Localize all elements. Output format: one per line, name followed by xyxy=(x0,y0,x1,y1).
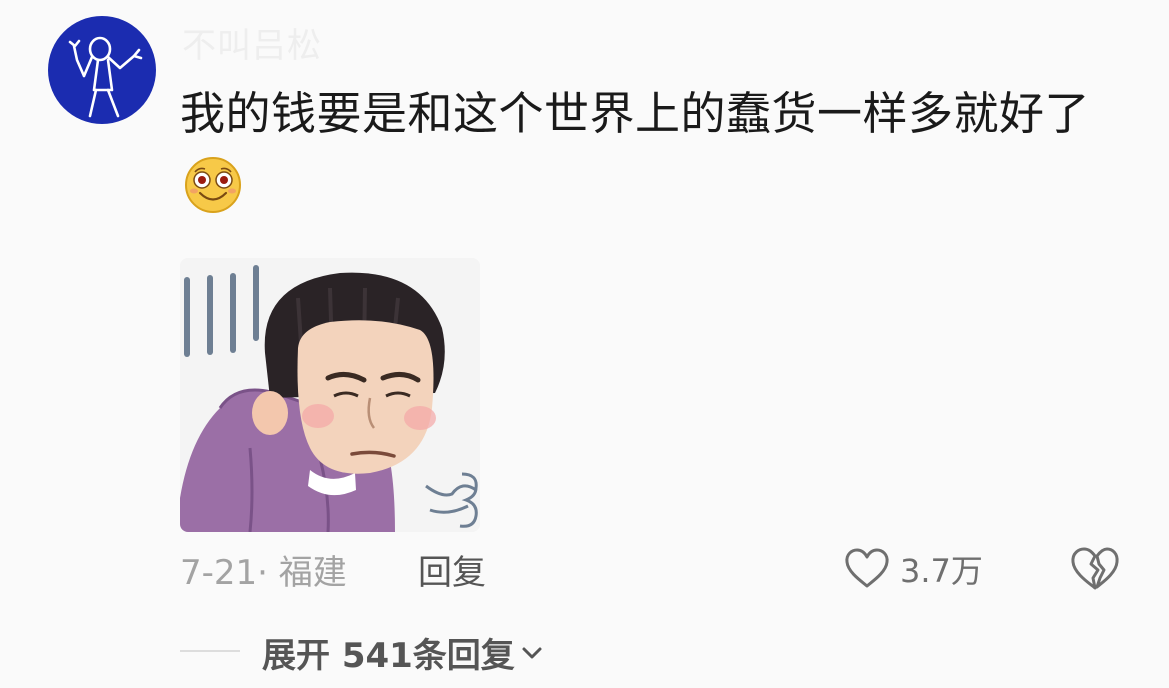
user-avatar[interactable] xyxy=(48,16,156,124)
chevron-down-icon xyxy=(522,647,542,658)
stick-figure-avatar-icon xyxy=(68,36,143,118)
reply-button[interactable]: 回复 xyxy=(418,545,486,594)
divider xyxy=(180,650,240,652)
broken-heart-icon xyxy=(1071,547,1119,590)
dislike-button[interactable] xyxy=(1070,546,1120,592)
grinning-emoji-icon xyxy=(183,156,243,214)
comment-card: 不叫吕松 我的钱要是和这个世界上的蠢货一样多就好了 7-21· 福建 回复 3.… xyxy=(0,0,1169,688)
heart-icon xyxy=(845,548,889,588)
like-button[interactable]: 3.7万 xyxy=(844,543,983,595)
like-count: 3.7万 xyxy=(900,552,983,590)
expand-replies-button[interactable]: 展开 541条回复 xyxy=(262,628,543,677)
sighing-person-sticker[interactable] xyxy=(180,258,480,532)
comment-meta: 7-21· 福建 xyxy=(180,553,347,593)
expand-replies-label: 展开 541条回复 xyxy=(262,636,515,676)
comment-text: 我的钱要是和这个世界上的蠢货一样多就好了 xyxy=(180,87,1091,140)
username[interactable]: 不叫吕松 xyxy=(182,18,322,67)
